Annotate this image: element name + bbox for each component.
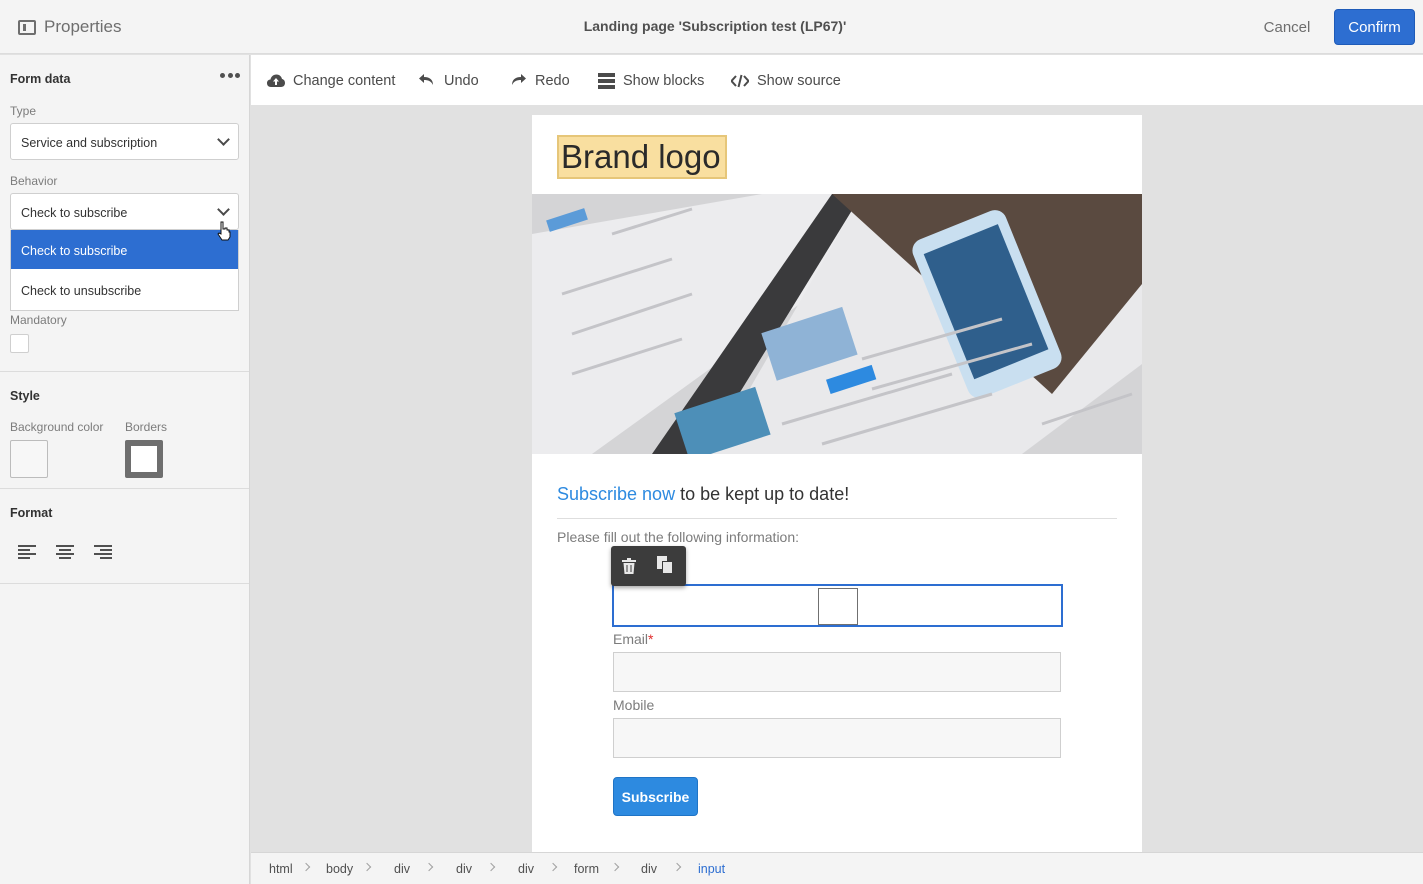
chevron-down-icon <box>217 203 230 216</box>
hand-cursor-icon <box>217 221 231 241</box>
headline: Subscribe now to be kept up to date! <box>557 484 849 505</box>
page-title: Landing page 'Subscription test (LP67)' <box>583 18 847 34</box>
breadcrumb-item[interactable]: div <box>641 862 657 876</box>
chevron-right-icon <box>362 862 372 872</box>
cloud-upload-icon <box>267 74 285 87</box>
background-color-label: Background color <box>10 420 104 434</box>
type-label: Type <box>10 104 37 118</box>
landing-page-preview: Brand logo Subscribe now to be kept up t… <box>532 115 1142 852</box>
subscribe-now-link[interactable]: Subscribe now <box>557 484 675 504</box>
borders-label: Borders <box>125 420 168 434</box>
intro-text: Please fill out the following informatio… <box>557 529 800 545</box>
top-header: Properties Landing page 'Subscription te… <box>0 0 1423 54</box>
chevron-right-icon <box>301 862 311 872</box>
mandatory-label: Mandatory <box>10 313 67 327</box>
mandatory-checkbox[interactable] <box>10 334 29 353</box>
required-marker: * <box>648 631 654 647</box>
align-right-icon[interactable] <box>94 544 114 560</box>
change-content-button[interactable]: Change content <box>267 71 395 91</box>
email-field[interactable] <box>613 652 1061 692</box>
mobile-field[interactable] <box>613 718 1061 758</box>
properties-panel: Form data Type Service and subscription … <box>0 55 250 884</box>
headline-text: to be kept up to date! <box>675 484 850 504</box>
undo-label: Undo <box>444 73 479 89</box>
behavior-select-value: Check to subscribe <box>21 206 128 220</box>
code-icon <box>731 74 749 88</box>
properties-label: Properties <box>44 17 122 36</box>
more-options-icon[interactable] <box>220 72 240 78</box>
dom-breadcrumb: html body div div div form div input <box>251 852 1423 884</box>
confirm-button[interactable]: Confirm <box>1334 9 1415 45</box>
format-title: Format <box>10 506 53 520</box>
editor-canvas: Brand logo Subscribe now to be kept up t… <box>251 106 1423 852</box>
form-data-title: Form data <box>10 72 71 86</box>
redo-label: Redo <box>535 73 570 89</box>
divider <box>0 488 249 489</box>
blocks-icon <box>598 73 615 89</box>
dropdown-option-subscribe[interactable]: Check to subscribe <box>11 230 238 269</box>
breadcrumb-item[interactable]: div <box>394 862 410 876</box>
redo-icon <box>512 74 526 85</box>
divider <box>557 518 1117 519</box>
chevron-right-icon <box>424 862 434 872</box>
brand-logo[interactable]: Brand logo <box>557 135 727 179</box>
copy-icon[interactable] <box>657 556 673 574</box>
breadcrumb-item[interactable]: form <box>574 862 599 876</box>
type-select-value: Service and subscription <box>21 136 158 150</box>
panel-toggle-icon[interactable] <box>18 20 36 35</box>
divider <box>0 371 249 372</box>
show-blocks-label: Show blocks <box>623 73 705 89</box>
divider <box>0 583 249 584</box>
chevron-right-icon <box>672 862 682 872</box>
undo-button[interactable]: Undo <box>418 71 479 91</box>
behavior-select[interactable]: Check to subscribe <box>10 193 239 230</box>
breadcrumb-item-current[interactable]: input <box>698 862 725 876</box>
breadcrumb-item[interactable]: html <box>269 862 293 876</box>
show-blocks-button[interactable]: Show blocks <box>598 71 704 91</box>
chevron-down-icon <box>217 133 230 146</box>
background-color-picker[interactable] <box>10 440 48 478</box>
trash-icon[interactable] <box>622 558 636 574</box>
hero-image[interactable] <box>532 194 1142 454</box>
selected-input-field[interactable] <box>612 584 1063 627</box>
chevron-right-icon <box>610 862 620 872</box>
subscription-checkbox[interactable] <box>818 588 858 625</box>
mobile-label: Mobile <box>613 697 655 713</box>
redo-button[interactable]: Redo <box>509 71 570 91</box>
dropdown-option-unsubscribe[interactable]: Check to unsubscribe <box>11 270 238 309</box>
change-content-label: Change content <box>293 73 396 89</box>
editor-toolbar: Change content Undo Redo Show blocks Sho… <box>251 55 1423 106</box>
chevron-right-icon <box>486 862 496 872</box>
undo-icon <box>419 74 433 85</box>
style-title: Style <box>10 389 40 403</box>
breadcrumb-item[interactable]: div <box>456 862 472 876</box>
type-select[interactable]: Service and subscription <box>10 123 239 160</box>
borders-picker[interactable] <box>125 440 163 478</box>
behavior-label: Behavior <box>10 174 58 188</box>
cancel-button[interactable]: Cancel <box>1256 17 1318 37</box>
show-source-button[interactable]: Show source <box>731 71 841 91</box>
show-source-label: Show source <box>757 73 841 89</box>
breadcrumb-item[interactable]: body <box>326 862 353 876</box>
subscribe-button[interactable]: Subscribe <box>613 777 698 816</box>
breadcrumb-item[interactable]: div <box>518 862 534 876</box>
behavior-dropdown: Check to subscribe Check to unsubscribe <box>10 230 239 311</box>
align-left-icon[interactable] <box>18 544 38 560</box>
align-center-icon[interactable] <box>56 544 76 560</box>
email-label: Email* <box>613 631 654 647</box>
chevron-right-icon <box>548 862 558 872</box>
block-toolbar <box>611 546 686 586</box>
